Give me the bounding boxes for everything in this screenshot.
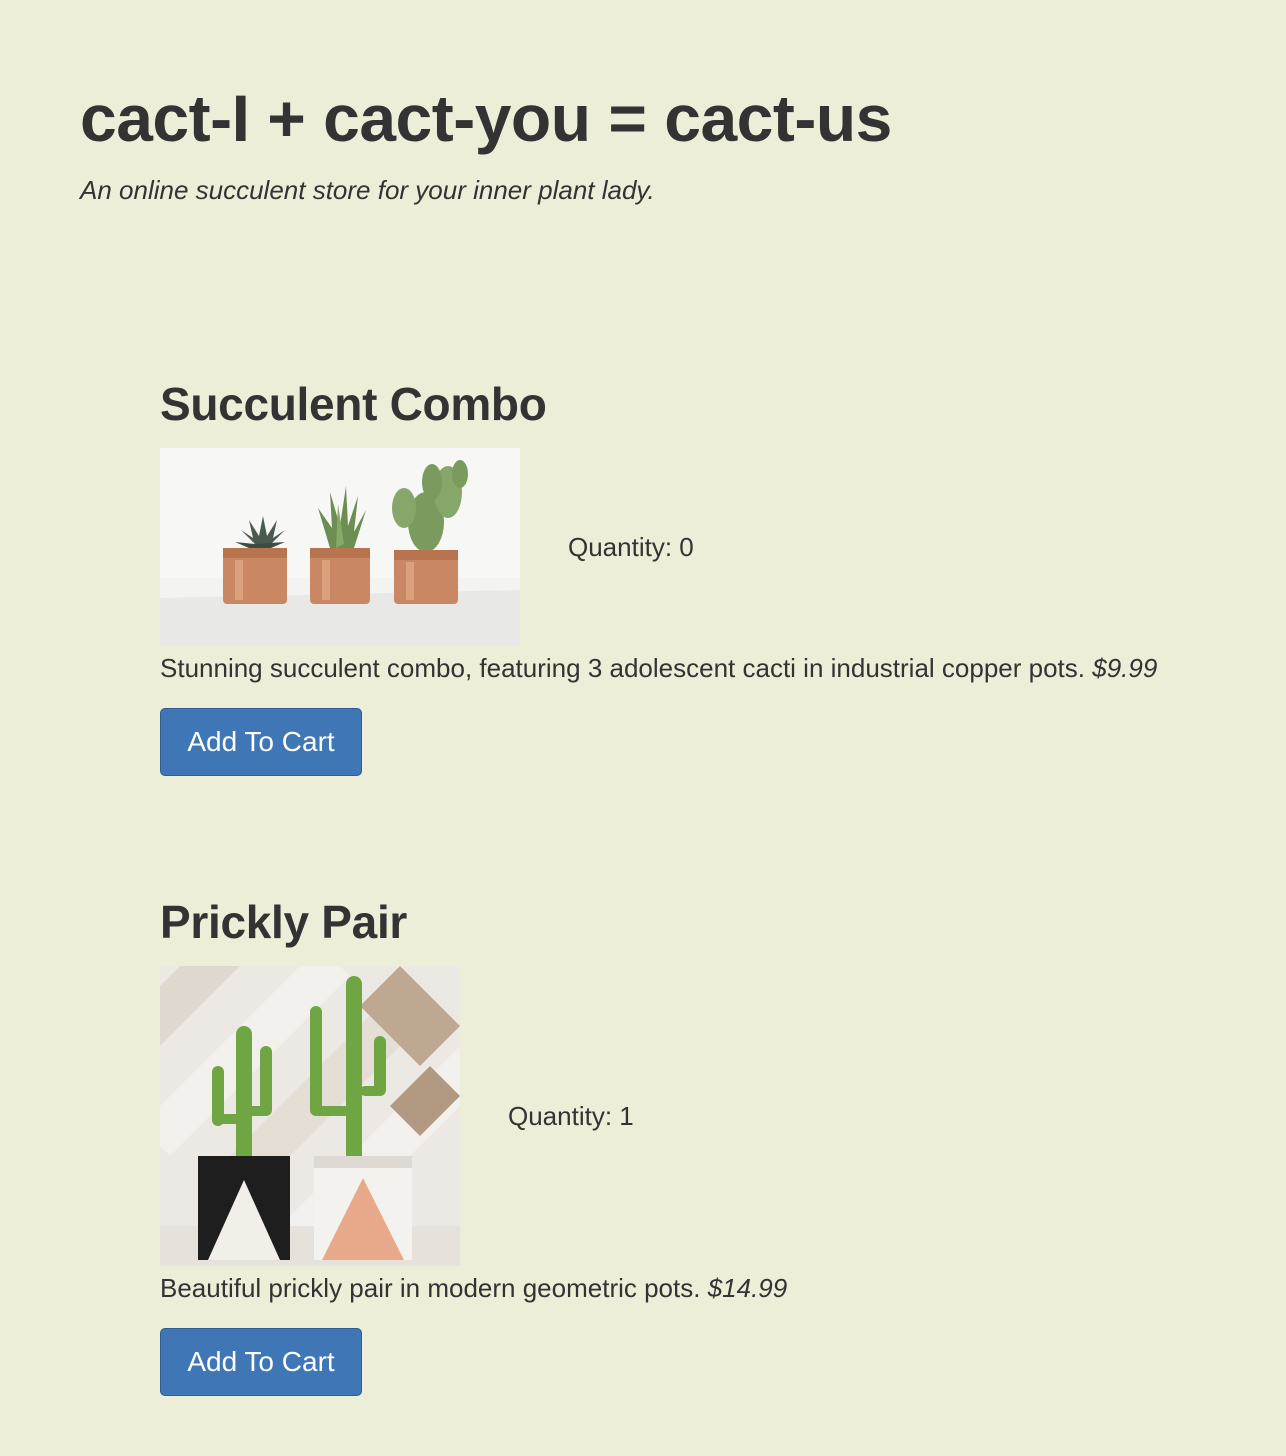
page-title: cact-I + cact-you = cact-us: [80, 81, 892, 155]
quantity-label: Quantity:: [568, 532, 673, 562]
add-to-cart-button[interactable]: Add To Cart: [160, 1328, 362, 1396]
product-card-prickly-pair: Prickly Pair Quantity: 1 Beautiful prick…: [160, 892, 787, 1396]
quantity-display: Quantity: 1: [508, 1100, 634, 1132]
quantity-display: Quantity: 0: [568, 531, 694, 563]
description-text: Beautiful prickly pair in modern geometr…: [160, 1273, 701, 1303]
page-tagline: An online succulent store for your inner…: [80, 175, 655, 205]
description-text: Stunning succulent combo, featuring 3 ad…: [160, 653, 1085, 683]
product-price: $14.99: [707, 1273, 788, 1303]
product-description: Stunning succulent combo, featuring 3 ad…: [160, 652, 1157, 684]
quantity-value: 0: [679, 532, 694, 562]
quantity-value: 1: [619, 1101, 634, 1131]
product-image-prickly-pair: [160, 966, 460, 1266]
add-to-cart-button[interactable]: Add To Cart: [160, 708, 362, 776]
product-row: Quantity: 1: [160, 966, 787, 1266]
product-row: Quantity: 0: [160, 448, 1157, 646]
product-description: Beautiful prickly pair in modern geometr…: [160, 1272, 787, 1304]
product-price: $9.99: [1092, 653, 1158, 683]
product-name: Succulent Combo: [160, 378, 547, 430]
page-header: cact-I + cact-you = cact-us An online su…: [80, 78, 892, 206]
product-image-succulent-combo: [160, 448, 520, 646]
product-name: Prickly Pair: [160, 896, 408, 948]
product-card-succulent-combo: Succulent Combo Quantity: 0 Stunning suc…: [160, 374, 1157, 776]
quantity-label: Quantity:: [508, 1101, 613, 1131]
